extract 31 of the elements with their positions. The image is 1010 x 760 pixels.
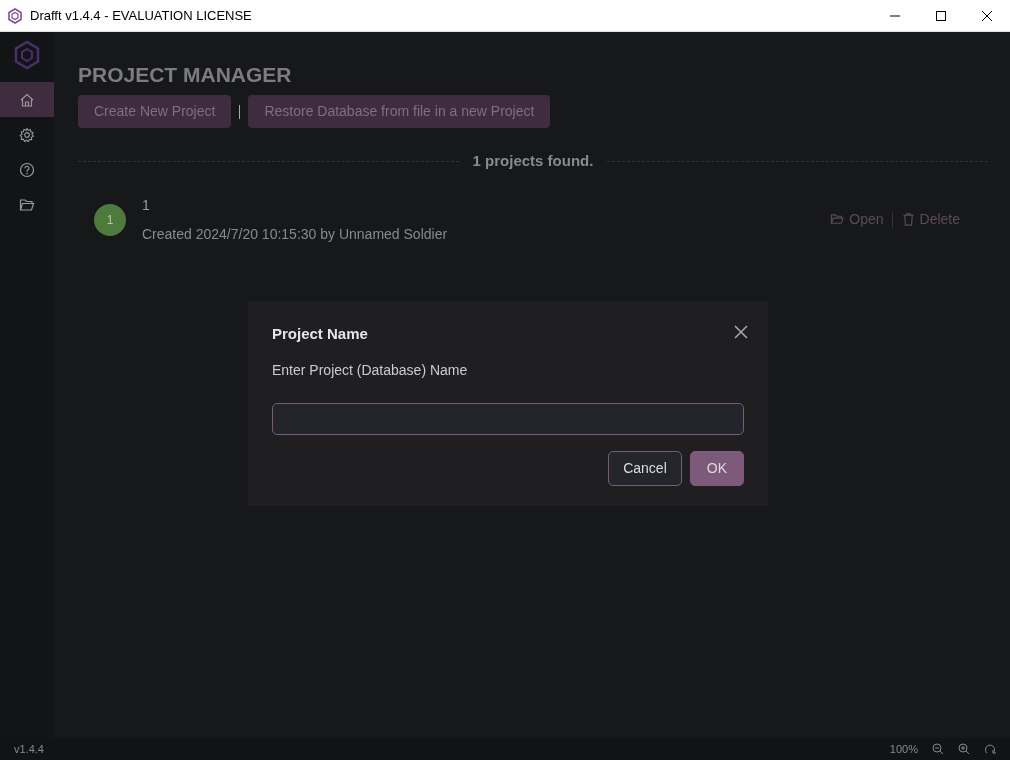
zoom-level: 100% — [889, 741, 918, 757]
app-logo-icon — [8, 7, 22, 24]
project-number-badge: 1 — [94, 203, 126, 236]
delete-link[interactable]: Delete — [896, 209, 964, 231]
close-icon — [734, 325, 748, 340]
maximize-icon — [936, 10, 946, 21]
project-created-info: Created 2024/7/20 10:15:30 by Unnamed Soldier — [142, 224, 448, 244]
field-label: Enter Project (Database) Name — [272, 360, 469, 380]
ok-button[interactable]: OK — [689, 450, 744, 486]
open-link[interactable]: Open — [826, 209, 888, 231]
sidebar-item[interactable] — [0, 82, 54, 117]
reset-zoom-icon[interactable] — [984, 743, 996, 755]
cancel-button[interactable]: Cancel — [608, 450, 682, 486]
folder-icon — [19, 196, 35, 213]
action-button[interactable]: Create New Project — [78, 95, 232, 129]
zoom-in-icon[interactable] — [958, 743, 970, 755]
project-name: 1 — [142, 195, 151, 215]
home-icon — [19, 91, 35, 108]
zoom-out-icon[interactable] — [932, 743, 944, 755]
dialog-title: Project Name — [272, 324, 368, 344]
trash-icon — [900, 212, 916, 228]
settings-icon — [19, 126, 35, 143]
page-title: PROJECT MANAGER — [78, 62, 293, 88]
projects-count: 1 projects found. — [472, 151, 594, 172]
window-title: Drafft v1.4.4 - EVALUATION LICENSE — [30, 6, 252, 25]
action-button[interactable]: Restore Database from file in a new Project — [248, 95, 551, 129]
app-logo-icon — [14, 40, 40, 70]
input-field[interactable] — [272, 402, 744, 435]
close-icon — [982, 10, 992, 21]
help-icon — [19, 161, 35, 178]
version-label: v1.4.4 — [14, 741, 44, 757]
